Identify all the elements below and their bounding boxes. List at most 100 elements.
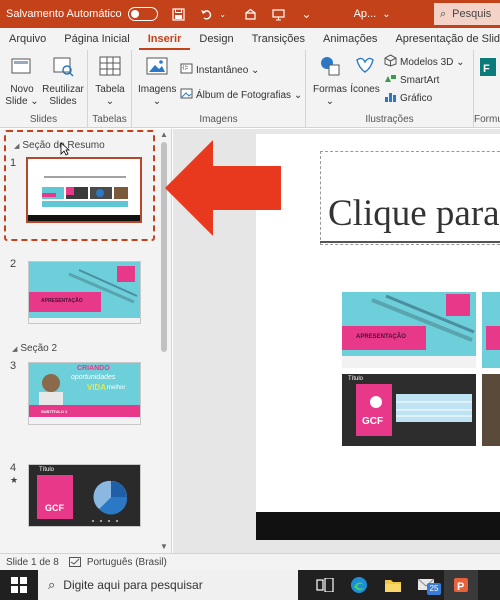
slide-2-preview bbox=[29, 262, 140, 323]
summary-card-1[interactable]: APRESENTAÇÃO bbox=[342, 292, 476, 368]
icones-button[interactable]: Ícones bbox=[348, 54, 382, 96]
novo-slide-button[interactable]: Novo Slide ⌄ bbox=[4, 54, 40, 108]
language-status[interactable]: Português (Brasil) bbox=[68, 556, 167, 568]
redo-icon[interactable] bbox=[244, 7, 258, 21]
title-bar: Salvamento Automático ⌄ ⌄ Ap... ⌄ ⌕ Pesq… bbox=[0, 0, 500, 28]
summary-card-1-label: APRESENTAÇÃO bbox=[356, 334, 406, 340]
slide-thumbnail-4[interactable]: Título GCF bbox=[28, 464, 141, 527]
windows-taskbar: ⌕ Digite aqui para pesquisar 25 P bbox=[0, 570, 500, 600]
edge-icon[interactable] bbox=[342, 570, 376, 600]
slide-4-title: Título bbox=[39, 467, 55, 473]
taskbar-search-box[interactable]: ⌕ Digite aqui para pesquisar bbox=[38, 570, 298, 600]
current-slide[interactable]: Clique para APRESENTAÇÃO Título GCF bbox=[256, 134, 500, 540]
slide-3-preview bbox=[29, 363, 140, 424]
modelos-3d-button[interactable]: Modelos 3D ⌄ bbox=[384, 54, 465, 70]
summary-card-1b[interactable] bbox=[482, 292, 500, 368]
group-forms: F Formu bbox=[474, 50, 500, 128]
slide-footer-bar bbox=[256, 512, 500, 540]
screenshot-icon bbox=[180, 62, 193, 78]
slide-title-text[interactable]: Clique para bbox=[328, 192, 500, 235]
language-label: Português (Brasil) bbox=[86, 556, 167, 568]
title-underline bbox=[320, 241, 500, 243]
group-label-forms: Formu bbox=[474, 114, 500, 125]
group-ilustracoes: Formas ⌄ Ícones Modelos 3D ⌄ SmartArt Gr… bbox=[306, 50, 474, 128]
tabela-dropdown: ⌄ bbox=[105, 96, 115, 107]
mail-badge: 25 bbox=[427, 583, 441, 595]
mail-icon[interactable]: 25 bbox=[410, 570, 444, 600]
image-icon bbox=[138, 54, 176, 82]
3d-models-icon bbox=[384, 54, 397, 70]
group-label-tabelas: Tabelas bbox=[92, 114, 127, 125]
formas-dropdown: ⌄ bbox=[325, 96, 335, 107]
animation-star-icon: ★ bbox=[10, 475, 19, 485]
customize-toolbar-icon[interactable]: ⌄ bbox=[300, 7, 314, 21]
search-placeholder: Pesquis bbox=[452, 8, 492, 20]
file-explorer-icon[interactable] bbox=[376, 570, 410, 600]
undo-icon[interactable] bbox=[200, 7, 214, 21]
forms-button[interactable]: F bbox=[478, 56, 498, 84]
tab-apresentacao[interactable]: Apresentação de Slide bbox=[386, 28, 500, 50]
slide-4-preview bbox=[29, 465, 140, 526]
chart-icon bbox=[384, 90, 397, 106]
album-label: Álbum de Fotografias ⌄ bbox=[196, 89, 303, 101]
section-2-label: Seção 2 bbox=[20, 343, 58, 354]
status-bar: Slide 1 de 8 Português (Brasil) bbox=[0, 553, 500, 570]
summary-card-2[interactable]: Título GCF bbox=[342, 374, 476, 446]
ribbon: Novo Slide ⌄ Reutilizar Slides Slides Ta… bbox=[0, 50, 500, 128]
instantaneo-button[interactable]: Instantâneo ⌄ bbox=[180, 62, 259, 78]
slide-3-line3: VIDA bbox=[87, 383, 107, 392]
slide-4-brand: GCF bbox=[45, 503, 64, 513]
section-2[interactable]: ◢ Seção 2 bbox=[12, 343, 57, 354]
collapse-triangle-icon: ◢ bbox=[12, 346, 18, 353]
slide-3-subtitle: SUBTÍTULO 1 bbox=[41, 409, 68, 414]
smartart-label: SmartArt bbox=[400, 74, 440, 86]
powerpoint-taskbar-icon[interactable]: P bbox=[444, 570, 478, 600]
group-label-imagens: Imagens bbox=[199, 114, 238, 125]
reutilizar-label-2: Slides bbox=[49, 96, 77, 107]
search-icon: ⌕ bbox=[48, 577, 56, 592]
summary-card-2-title: Título bbox=[348, 376, 364, 382]
save-icon[interactable] bbox=[172, 7, 186, 21]
grafico-label: Gráfico bbox=[400, 92, 433, 104]
table-icon bbox=[90, 54, 130, 82]
reutilizar-slides-button[interactable]: Reutilizar Slides bbox=[40, 54, 86, 108]
tab-transicoes[interactable]: Transições bbox=[243, 28, 314, 50]
ribbon-tabs: Arquivo Página Inicial Inserir Design Tr… bbox=[0, 28, 500, 50]
slide-3-line1: CRIANDO bbox=[77, 365, 110, 372]
grafico-button[interactable]: Gráfico bbox=[384, 90, 432, 106]
forms-icon: F bbox=[478, 56, 498, 82]
group-label-slides: Slides bbox=[29, 114, 58, 125]
album-button[interactable]: Álbum de Fotografias ⌄ bbox=[180, 87, 302, 103]
imagens-dropdown: ⌄ bbox=[152, 96, 162, 107]
icons-icon bbox=[348, 54, 382, 82]
start-button[interactable] bbox=[0, 570, 38, 600]
smartart-button[interactable]: SmartArt bbox=[384, 72, 439, 88]
tab-animacoes[interactable]: Animações bbox=[314, 28, 386, 50]
red-arrow-annotation bbox=[165, 140, 281, 236]
task-view-icon[interactable] bbox=[308, 570, 342, 600]
summary-card-1-image bbox=[342, 292, 476, 368]
slide-thumbnail-3[interactable]: CRIANDO oportunidades VIDA melhor SUBTÍT… bbox=[28, 362, 141, 425]
group-label-ilustracoes: Ilustrações bbox=[365, 114, 414, 125]
tab-inserir[interactable]: Inserir bbox=[138, 28, 191, 50]
tab-arquivo[interactable]: Arquivo bbox=[0, 28, 55, 50]
undo-dropdown-icon[interactable]: ⌄ bbox=[216, 7, 230, 21]
imagens-button[interactable]: Imagens ⌄ bbox=[138, 54, 176, 108]
tab-design[interactable]: Design bbox=[190, 28, 242, 50]
chevron-down-icon[interactable]: ⌄ bbox=[382, 9, 390, 20]
search-box[interactable]: ⌕ Pesquis bbox=[434, 3, 500, 25]
tabela-button[interactable]: Tabela ⌄ bbox=[90, 54, 130, 108]
scroll-down-icon[interactable]: ▼ bbox=[158, 542, 170, 552]
document-title[interactable]: Ap... bbox=[354, 8, 377, 20]
autosave-toggle[interactable] bbox=[127, 7, 158, 21]
reutilizar-label: Reutilizar bbox=[42, 84, 84, 95]
slide-thumbnail-2[interactable]: APRESENTAÇÃO bbox=[28, 261, 141, 324]
present-icon[interactable] bbox=[272, 7, 286, 21]
summary-card-2-brand: GCF bbox=[362, 416, 384, 427]
formas-button[interactable]: Formas ⌄ bbox=[312, 54, 348, 108]
summary-card-2b[interactable] bbox=[482, 374, 500, 446]
tab-pagina-inicial[interactable]: Página Inicial bbox=[55, 28, 138, 50]
svg-text:F: F bbox=[483, 63, 490, 75]
tabela-label: Tabela bbox=[95, 84, 125, 95]
group-tabelas: Tabela ⌄ Tabelas bbox=[88, 50, 132, 128]
